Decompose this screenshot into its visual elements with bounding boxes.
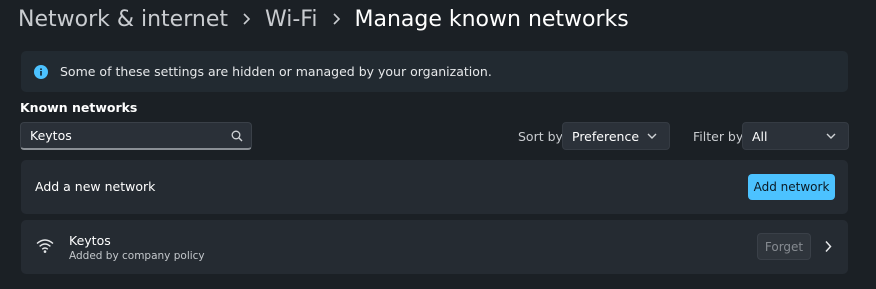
search-input[interactable] bbox=[21, 123, 231, 148]
breadcrumb: Network & internet Wi-Fi Manage known ne… bbox=[18, 2, 629, 36]
sort-by-label: Sort by: bbox=[518, 129, 567, 144]
manage-known-networks-page: Network & internet Wi-Fi Manage known ne… bbox=[0, 0, 876, 289]
filter-by-value: All bbox=[752, 128, 768, 144]
add-network-text: Add a new network bbox=[35, 179, 156, 194]
add-network-button[interactable]: Add network bbox=[748, 174, 835, 200]
chevron-right-icon[interactable] bbox=[824, 240, 832, 253]
breadcrumb-network-internet[interactable]: Network & internet bbox=[18, 7, 228, 32]
add-network-card: Add a new network Add network bbox=[21, 160, 848, 214]
filter-by-label: Filter by: bbox=[693, 129, 747, 144]
network-subtitle: Added by company policy bbox=[69, 250, 205, 262]
chevron-right-icon bbox=[228, 13, 265, 25]
page-title: Manage known networks bbox=[354, 6, 629, 32]
breadcrumb-wifi[interactable]: Wi-Fi bbox=[265, 7, 318, 32]
chevron-down-icon bbox=[826, 133, 836, 139]
wifi-icon bbox=[36, 238, 54, 254]
search-icon[interactable] bbox=[231, 130, 243, 142]
chevron-right-icon bbox=[317, 13, 354, 25]
banner-text: Some of these settings are hidden or man… bbox=[60, 64, 492, 79]
sort-by-value: Preference bbox=[572, 128, 640, 144]
known-networks-heading: Known networks bbox=[20, 100, 138, 115]
forget-button[interactable]: Forget bbox=[757, 233, 811, 260]
filter-by-dropdown[interactable]: All bbox=[742, 122, 849, 150]
info-icon bbox=[34, 64, 48, 79]
network-name: Keytos bbox=[69, 233, 111, 248]
network-list-item[interactable]: Keytos Added by company policy Forget bbox=[21, 220, 848, 274]
network-search-box[interactable] bbox=[20, 122, 252, 150]
chevron-down-icon bbox=[647, 133, 657, 139]
managed-by-org-banner: Some of these settings are hidden or man… bbox=[21, 51, 848, 92]
sort-by-dropdown[interactable]: Preference bbox=[562, 122, 670, 150]
